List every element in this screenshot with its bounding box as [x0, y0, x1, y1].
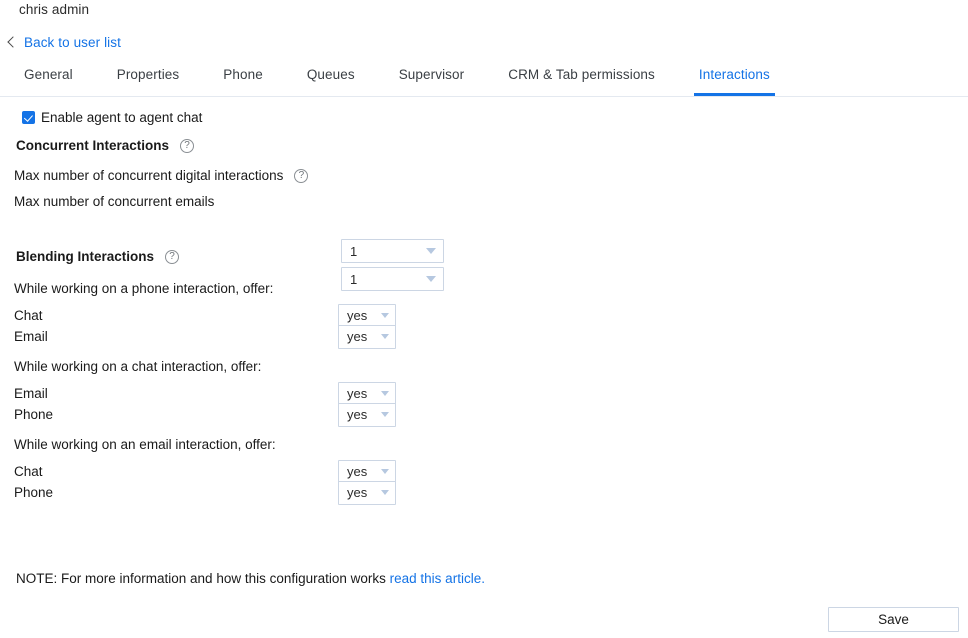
blending-row: Email yes — [14, 324, 968, 349]
chevron-down-icon — [381, 391, 389, 396]
field-label: Max number of concurrent emails — [14, 194, 215, 209]
blending-group-heading: While working on a chat interaction, off… — [14, 359, 262, 374]
tab-phone[interactable]: Phone — [223, 66, 263, 94]
blending-row: Chat yes — [14, 303, 968, 328]
blending-offer-select[interactable]: yes — [338, 324, 396, 349]
blending-group-heading: While working on an email interaction, o… — [14, 437, 276, 452]
field-label: Email — [14, 386, 48, 401]
concurrent-row: Max number of concurrent digital interac… — [14, 168, 968, 263]
blending-offer-select[interactable]: yes — [338, 480, 396, 505]
chevron-down-icon — [426, 276, 436, 282]
tab-crm-tab-permissions[interactable]: CRM & Tab permissions — [508, 66, 655, 94]
blending-groups: While working on a phone interaction, of… — [0, 281, 968, 505]
concurrent-rows: Max number of concurrent digital interac… — [0, 168, 968, 291]
field-label: Phone — [14, 407, 54, 422]
concurrent-interactions-title: Concurrent Interactions — [16, 138, 170, 153]
chevron-down-icon — [381, 412, 389, 417]
user-settings-page: chris admin Back to user list General Pro… — [0, 0, 968, 638]
chevron-left-icon — [6, 37, 17, 48]
field-label: Chat — [14, 308, 43, 323]
blending-offer-select[interactable]: yes — [338, 303, 396, 328]
save-button[interactable]: Save — [828, 607, 959, 632]
tab-panel-interactions: Enable agent to agent chat Concurrent In… — [0, 97, 968, 505]
max-concurrent-digital-interactions-select[interactable]: 1 — [341, 239, 444, 263]
tab-interactions[interactable]: Interactions — [693, 66, 775, 96]
tab-queues[interactable]: Queues — [307, 66, 355, 94]
select-value: yes — [347, 407, 368, 422]
tab-general[interactable]: General — [24, 66, 73, 94]
blending-row: Chat yes — [14, 459, 968, 484]
select-value: yes — [347, 485, 368, 500]
back-link-label: Back to user list — [24, 35, 121, 50]
tab-properties[interactable]: Properties — [117, 66, 180, 94]
chevron-down-icon — [381, 334, 389, 339]
chevron-down-icon — [426, 248, 436, 254]
chevron-down-icon — [381, 490, 389, 495]
blending-row: Phone yes — [14, 402, 968, 427]
blending-offer-select[interactable]: yes — [338, 381, 396, 406]
chevron-down-icon — [381, 313, 389, 318]
field-label: Chat — [14, 464, 43, 479]
page-title: chris admin — [19, 2, 90, 17]
help-circle-icon[interactable] — [180, 138, 195, 153]
blending-row: Email yes — [14, 381, 968, 406]
select-value: yes — [347, 464, 368, 479]
enable-agent-to-agent-chat-checkbox[interactable]: Enable agent to agent chat — [22, 110, 968, 125]
concurrent-row: Max number of concurrent emails 1 — [14, 194, 968, 291]
select-value: 1 — [350, 243, 358, 259]
blending-offer-select[interactable]: yes — [338, 459, 396, 484]
concurrent-interactions-heading: Concurrent Interactions — [16, 138, 968, 153]
enable-agent-to-agent-chat-label: Enable agent to agent chat — [41, 110, 203, 125]
blending-offer-select[interactable]: yes — [338, 402, 396, 427]
help-circle-icon[interactable] — [294, 168, 309, 183]
back-to-user-list-link[interactable]: Back to user list — [6, 35, 121, 50]
read-this-article-link[interactable]: read this article. — [390, 571, 485, 586]
blending-interactions-title: Blending Interactions — [16, 249, 155, 264]
field-label: Email — [14, 329, 48, 344]
select-value: 1 — [350, 271, 358, 287]
blending-group-heading: While working on a phone interaction, of… — [14, 281, 274, 296]
note-text: NOTE: For more information and how this … — [16, 571, 485, 586]
checkbox-checked-icon — [22, 111, 35, 124]
tab-bar: General Properties Phone Queues Supervisor CR… — [0, 66, 968, 97]
select-value: yes — [347, 386, 368, 401]
tab-supervisor[interactable]: Supervisor — [399, 66, 465, 94]
select-value: yes — [347, 308, 368, 323]
note-label: NOTE: For more information and how this … — [16, 571, 390, 586]
field-label: Max number of concurrent digital interac… — [14, 168, 284, 183]
select-value: yes — [347, 329, 368, 344]
blending-row: Phone yes — [14, 480, 968, 505]
chevron-down-icon — [381, 469, 389, 474]
field-label: Phone — [14, 485, 54, 500]
blending-interactions-heading: Blending Interactions — [16, 249, 968, 264]
max-concurrent-emails-select[interactable]: 1 — [341, 267, 444, 291]
help-circle-icon[interactable] — [165, 249, 180, 264]
